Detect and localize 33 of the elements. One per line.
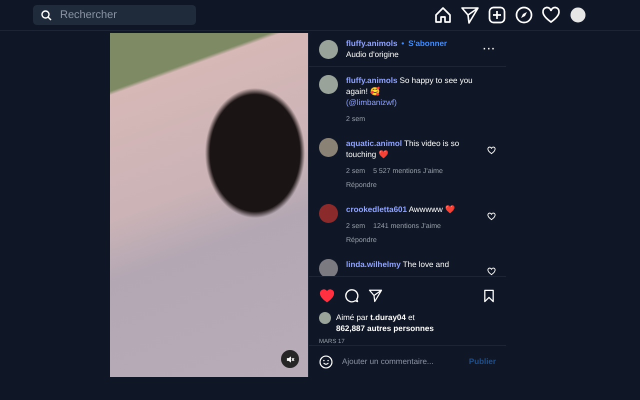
paper-plane-icon[interactable] — [368, 288, 383, 304]
avatar-icon — [319, 258, 338, 276]
profile-avatar-icon[interactable] — [568, 5, 588, 25]
avatar-icon — [319, 312, 331, 324]
plus-square-icon[interactable] — [487, 5, 507, 25]
caption-text: fluffy.animols So happy to see you again! 🥰 (@limbanizwf) — [346, 74, 474, 108]
username[interactable]: fluffy.animols — [346, 39, 398, 48]
heart-icon[interactable] — [487, 266, 496, 276]
comment-text: linda.wilhelmy The love and — [346, 258, 450, 270]
mute-button[interactable] — [281, 350, 299, 368]
comment-text: crookedletta601 Awwwww ❤ — [346, 204, 456, 215]
more-button[interactable]: ··· — [483, 44, 496, 55]
speech-bubble-icon[interactable] — [344, 288, 359, 304]
home-icon[interactable] — [433, 5, 453, 25]
likes-summary: Aimé par t.duray04 et 862,887 autres personnes — [336, 312, 434, 334]
follow-link[interactable]: S'abonner — [408, 39, 448, 48]
paper-plane-icon[interactable] — [460, 5, 480, 25]
avatar-icon — [319, 204, 338, 223]
comment-field[interactable]: Ajouter un commentaire... — [342, 357, 460, 366]
search-field[interactable]: Rechercher — [33, 5, 196, 25]
comment-text: aquatic.animol This video is so touching ❤ — [346, 138, 460, 160]
avatar-icon — [319, 74, 338, 94]
audio-label[interactable]: Audio d'origine — [346, 50, 475, 60]
heart-icon[interactable] — [487, 212, 496, 221]
smiley-icon[interactable] — [319, 354, 333, 369]
muted-speaker-icon — [286, 354, 294, 364]
heart-icon[interactable] — [541, 5, 561, 25]
bookmark-icon[interactable] — [482, 288, 496, 303]
separator-dot: • — [401, 39, 404, 48]
avatar-icon — [319, 138, 338, 157]
compass-icon[interactable] — [514, 5, 534, 25]
avatar-icon — [319, 40, 338, 59]
heart-icon[interactable] — [487, 146, 496, 155]
